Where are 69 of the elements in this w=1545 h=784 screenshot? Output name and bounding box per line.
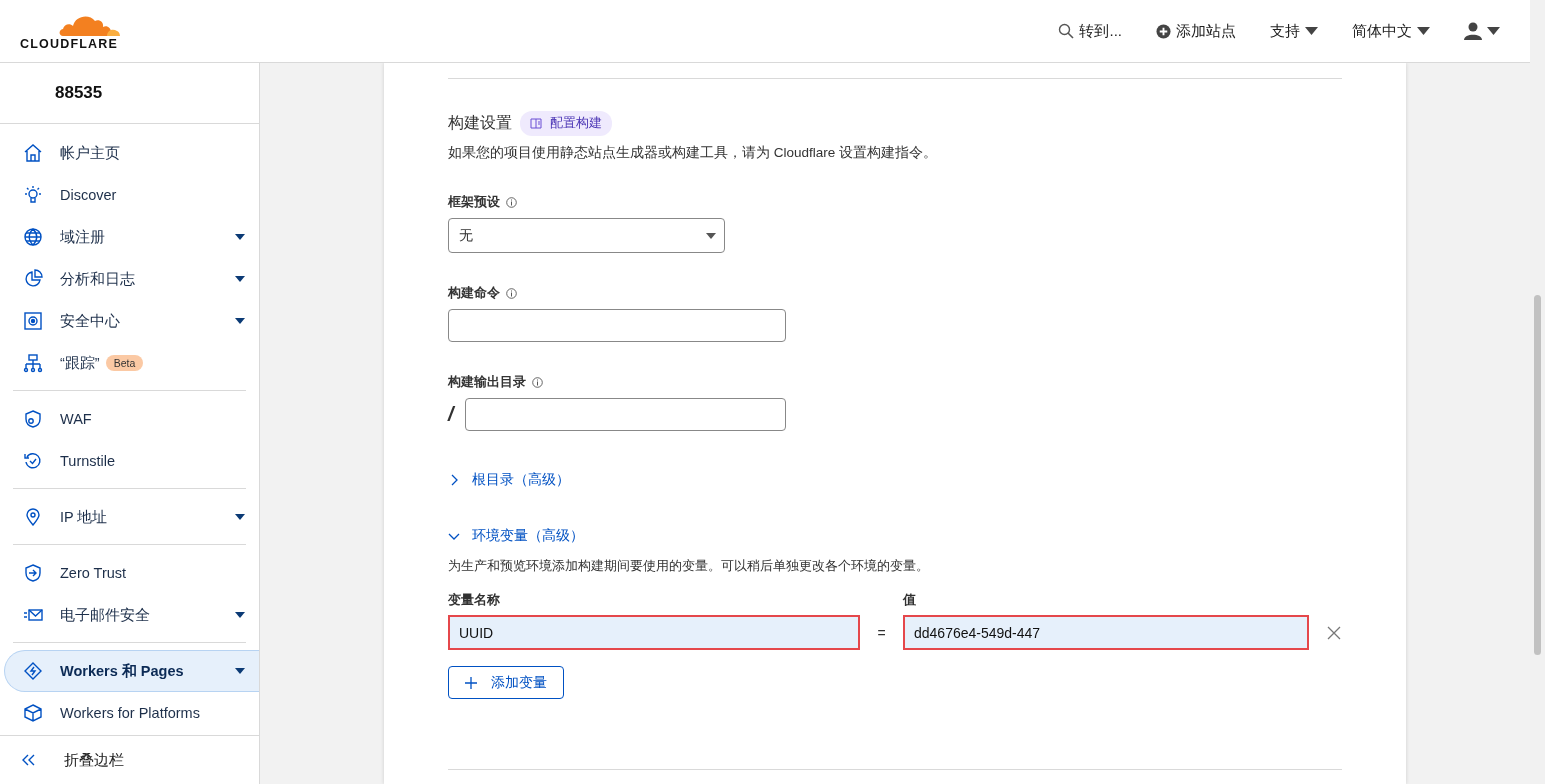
field-label: 构建命令	[448, 285, 500, 302]
sidebar-item[interactable]: Workers 和 Pages	[4, 650, 259, 692]
close-icon[interactable]	[1327, 625, 1341, 640]
add-variable-button[interactable]: 添加变量	[448, 666, 564, 699]
beta-badge: Beta	[105, 355, 144, 371]
sidebar-item[interactable]: Discover	[0, 174, 259, 216]
book-icon	[530, 118, 542, 129]
home-icon	[23, 143, 43, 163]
info-icon	[532, 377, 543, 388]
section-title: 构建设置	[448, 113, 512, 133]
account-name[interactable]: 88535	[55, 83, 103, 103]
menu-dropdown[interactable]: 支持	[1270, 21, 1318, 41]
caret-icon	[1305, 27, 1318, 35]
pin-icon	[23, 507, 43, 527]
input-field[interactable]	[465, 398, 786, 431]
info-icon	[506, 288, 517, 299]
caret-icon	[706, 232, 716, 239]
collapse-sidebar-button[interactable]: 折叠边栏	[0, 735, 259, 784]
cube-icon	[23, 703, 43, 723]
sidebar-item[interactable]: 电子邮件安全	[0, 594, 259, 636]
sidebar-item[interactable]: 域注册	[0, 216, 259, 258]
turnstile-icon	[23, 451, 43, 471]
cloudflare-logo[interactable]: CLOUDFLARE	[17, 11, 121, 51]
pie-icon	[23, 269, 43, 289]
globe-icon	[23, 227, 43, 247]
variable-value-field[interactable]: dd4676e4-549d-447	[903, 615, 1309, 650]
path-prefix: /	[448, 403, 456, 426]
logo-text: CLOUDFLARE	[19, 37, 119, 51]
description-text: 如果您的项目使用静态站点生成器或构建工具，请为 Cloudflare 设置构建指令。	[448, 144, 938, 162]
sidebar-item[interactable]: “跟踪” Beta	[0, 342, 259, 384]
section-toggle[interactable]: 根目录（高级）	[448, 471, 570, 489]
equals-sign: =	[876, 624, 887, 641]
caret-icon	[1417, 27, 1430, 35]
double-chevron-icon	[22, 754, 36, 766]
sidebar-item[interactable]: 安全中心	[0, 300, 259, 342]
input-field[interactable]	[448, 309, 786, 342]
field-label: 框架预设	[448, 194, 500, 211]
info-icon	[506, 197, 517, 208]
add-site-button[interactable]: 添加站点	[1156, 21, 1236, 41]
shieldarrow-icon	[23, 563, 43, 583]
configure-build-link[interactable]: 配置构建	[520, 111, 612, 136]
search-icon	[1058, 23, 1075, 39]
column-header: 变量名称	[448, 592, 501, 609]
variable-name-field[interactable]: UUID	[448, 615, 860, 650]
scrollbar[interactable]	[1530, 0, 1545, 784]
user-icon	[1464, 22, 1482, 40]
workers-icon	[23, 661, 43, 681]
user-menu-button[interactable]	[1464, 22, 1500, 40]
section-toggle[interactable]: 环境变量（高级）	[448, 527, 1348, 545]
framework-select[interactable]: 无	[448, 218, 725, 253]
env-description: 为生产和预览环境添加构建期间要使用的变量。可以稍后单独更改各个环境的变量。	[448, 557, 930, 575]
field-label: 构建输出目录	[448, 374, 526, 391]
sidebar-item[interactable]: 分析和日志	[0, 258, 259, 300]
sidebar-item[interactable]: WAF	[0, 398, 259, 440]
plus-icon	[465, 676, 477, 689]
column-header: 值	[903, 592, 917, 609]
shieldgear-icon	[23, 409, 43, 429]
caret-icon	[1487, 27, 1500, 35]
safe-icon	[23, 311, 43, 331]
bulb-icon	[23, 185, 43, 205]
sidebar-item[interactable]: Zero Trust	[0, 552, 259, 594]
menu-dropdown[interactable]: 简体中文	[1352, 21, 1430, 41]
tree-icon	[23, 353, 43, 373]
sidebar-item[interactable]: IP 地址	[0, 496, 259, 538]
sidebar-item[interactable]: 帐户主页	[0, 132, 259, 174]
sidebar-item[interactable]: Turnstile	[0, 440, 259, 482]
sidebar-item[interactable]: Workers for Platforms	[0, 692, 259, 734]
search-button[interactable]: 转到...	[1058, 21, 1122, 41]
plus-circle-icon	[1156, 23, 1171, 39]
